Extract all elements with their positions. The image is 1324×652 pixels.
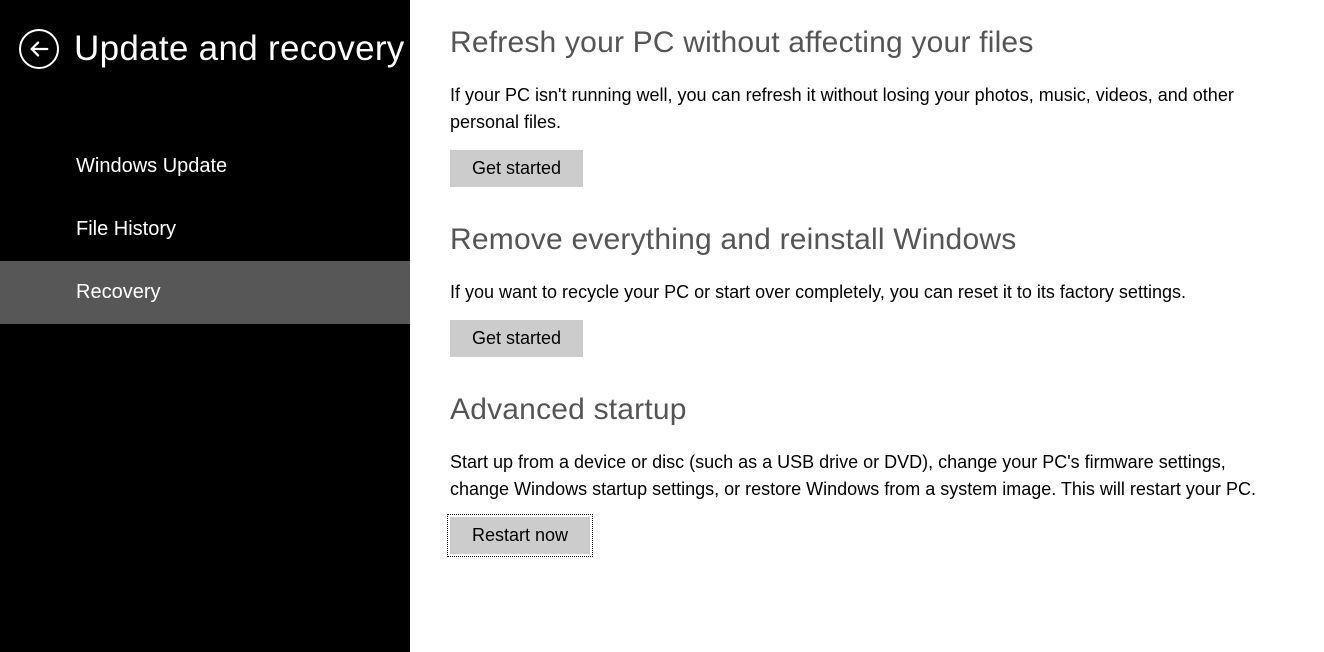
sidebar-item-recovery[interactable]: Recovery: [0, 261, 410, 324]
section-advanced-startup: Advanced startup Start up from a device …: [450, 393, 1274, 554]
section-title: Refresh your PC without affecting your f…: [450, 26, 1274, 60]
section-refresh-pc: Refresh your PC without affecting your f…: [450, 26, 1274, 187]
sidebar-item-file-history[interactable]: File History: [0, 198, 410, 261]
back-button[interactable]: [18, 28, 60, 70]
section-description: Start up from a device or disc (such as …: [450, 449, 1274, 503]
sidebar-item-label: File History: [76, 218, 176, 240]
reinstall-get-started-button[interactable]: Get started: [450, 320, 583, 357]
sidebar-item-windows-update[interactable]: Windows Update: [0, 135, 410, 198]
section-title: Advanced startup: [450, 393, 1274, 427]
restart-now-button[interactable]: Restart now: [450, 517, 590, 554]
sidebar-nav: Windows Update File History Recovery: [0, 135, 410, 324]
page-title: Update and recovery: [74, 29, 405, 69]
section-description: If your PC isn't running well, you can r…: [450, 82, 1274, 136]
content-area: Refresh your PC without affecting your f…: [410, 0, 1324, 652]
sidebar-header: Update and recovery: [0, 0, 410, 90]
section-description: If you want to recycle your PC or start …: [450, 279, 1274, 306]
section-remove-reinstall: Remove everything and reinstall Windows …: [450, 223, 1274, 357]
back-arrow-icon: [19, 29, 59, 69]
refresh-get-started-button[interactable]: Get started: [450, 150, 583, 187]
sidebar-item-label: Windows Update: [76, 155, 227, 177]
sidebar: Update and recovery Windows Update File …: [0, 0, 410, 652]
sidebar-item-label: Recovery: [76, 281, 160, 303]
section-title: Remove everything and reinstall Windows: [450, 223, 1274, 257]
